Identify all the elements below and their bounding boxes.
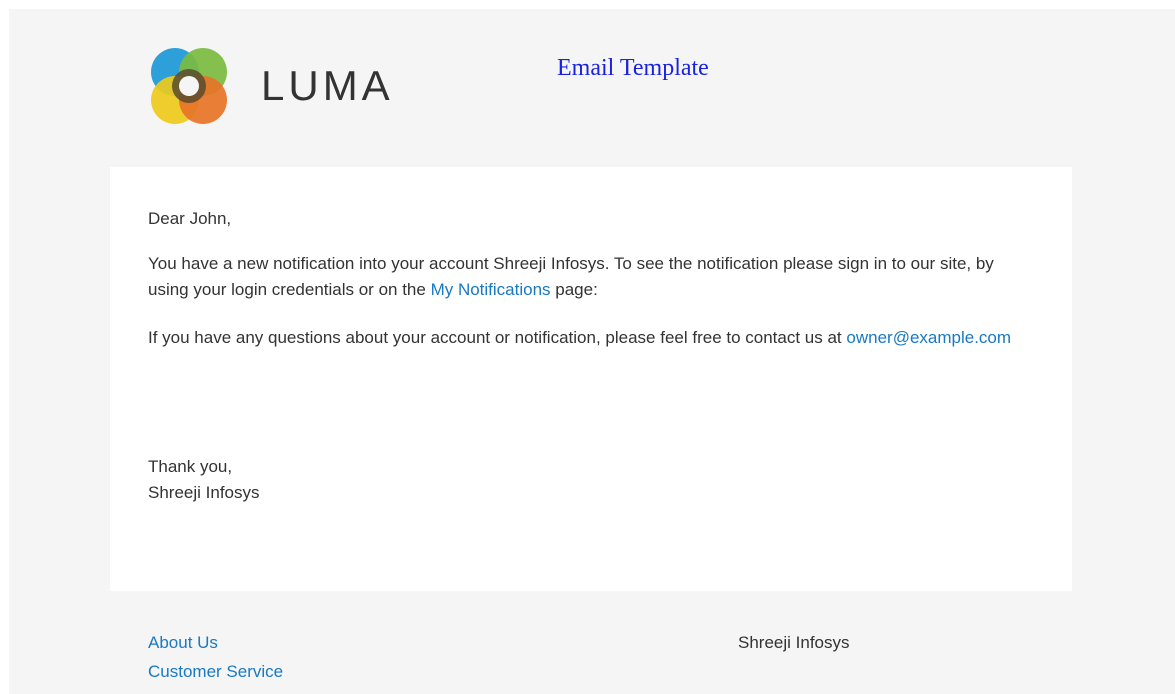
footer-company-name: Shreeji Infosys [738,633,850,652]
my-notifications-link[interactable]: My Notifications [431,280,551,299]
footer-links: About Us Customer Service [148,628,283,686]
notification-text-end: page: [550,280,598,299]
luma-logo[interactable]: LUMA [149,46,409,126]
closing-thanks: Thank you, [148,457,233,476]
contact-paragraph: If you have any questions about your acc… [148,325,1028,351]
greeting: Dear John, [148,209,232,228]
notification-paragraph: You have a new notification into your ac… [148,251,1028,303]
customer-service-link[interactable]: Customer Service [148,657,283,686]
page: LUMA Email Template Dear John, You have … [0,0,1175,694]
about-us-link[interactable]: About Us [148,628,283,657]
closing-signature: Shreeji Infosys [148,483,260,502]
logo-wordmark: LUMA [261,62,394,109]
email-footer: About Us Customer Service Shreeji Infosy… [9,591,1175,694]
email-container: LUMA Email Template Dear John, You have … [9,9,1175,694]
contact-text: If you have any questions about your acc… [148,328,847,347]
email-body: Dear John, You have a new notification i… [110,167,1072,591]
email-template-title: Email Template [557,55,709,81]
luma-logo-icon: LUMA [151,48,394,124]
email-header: LUMA Email Template [9,9,1175,167]
owner-email-link[interactable]: owner@example.com [846,328,1011,347]
closing: Thank you, Shreeji Infosys [148,454,1028,506]
